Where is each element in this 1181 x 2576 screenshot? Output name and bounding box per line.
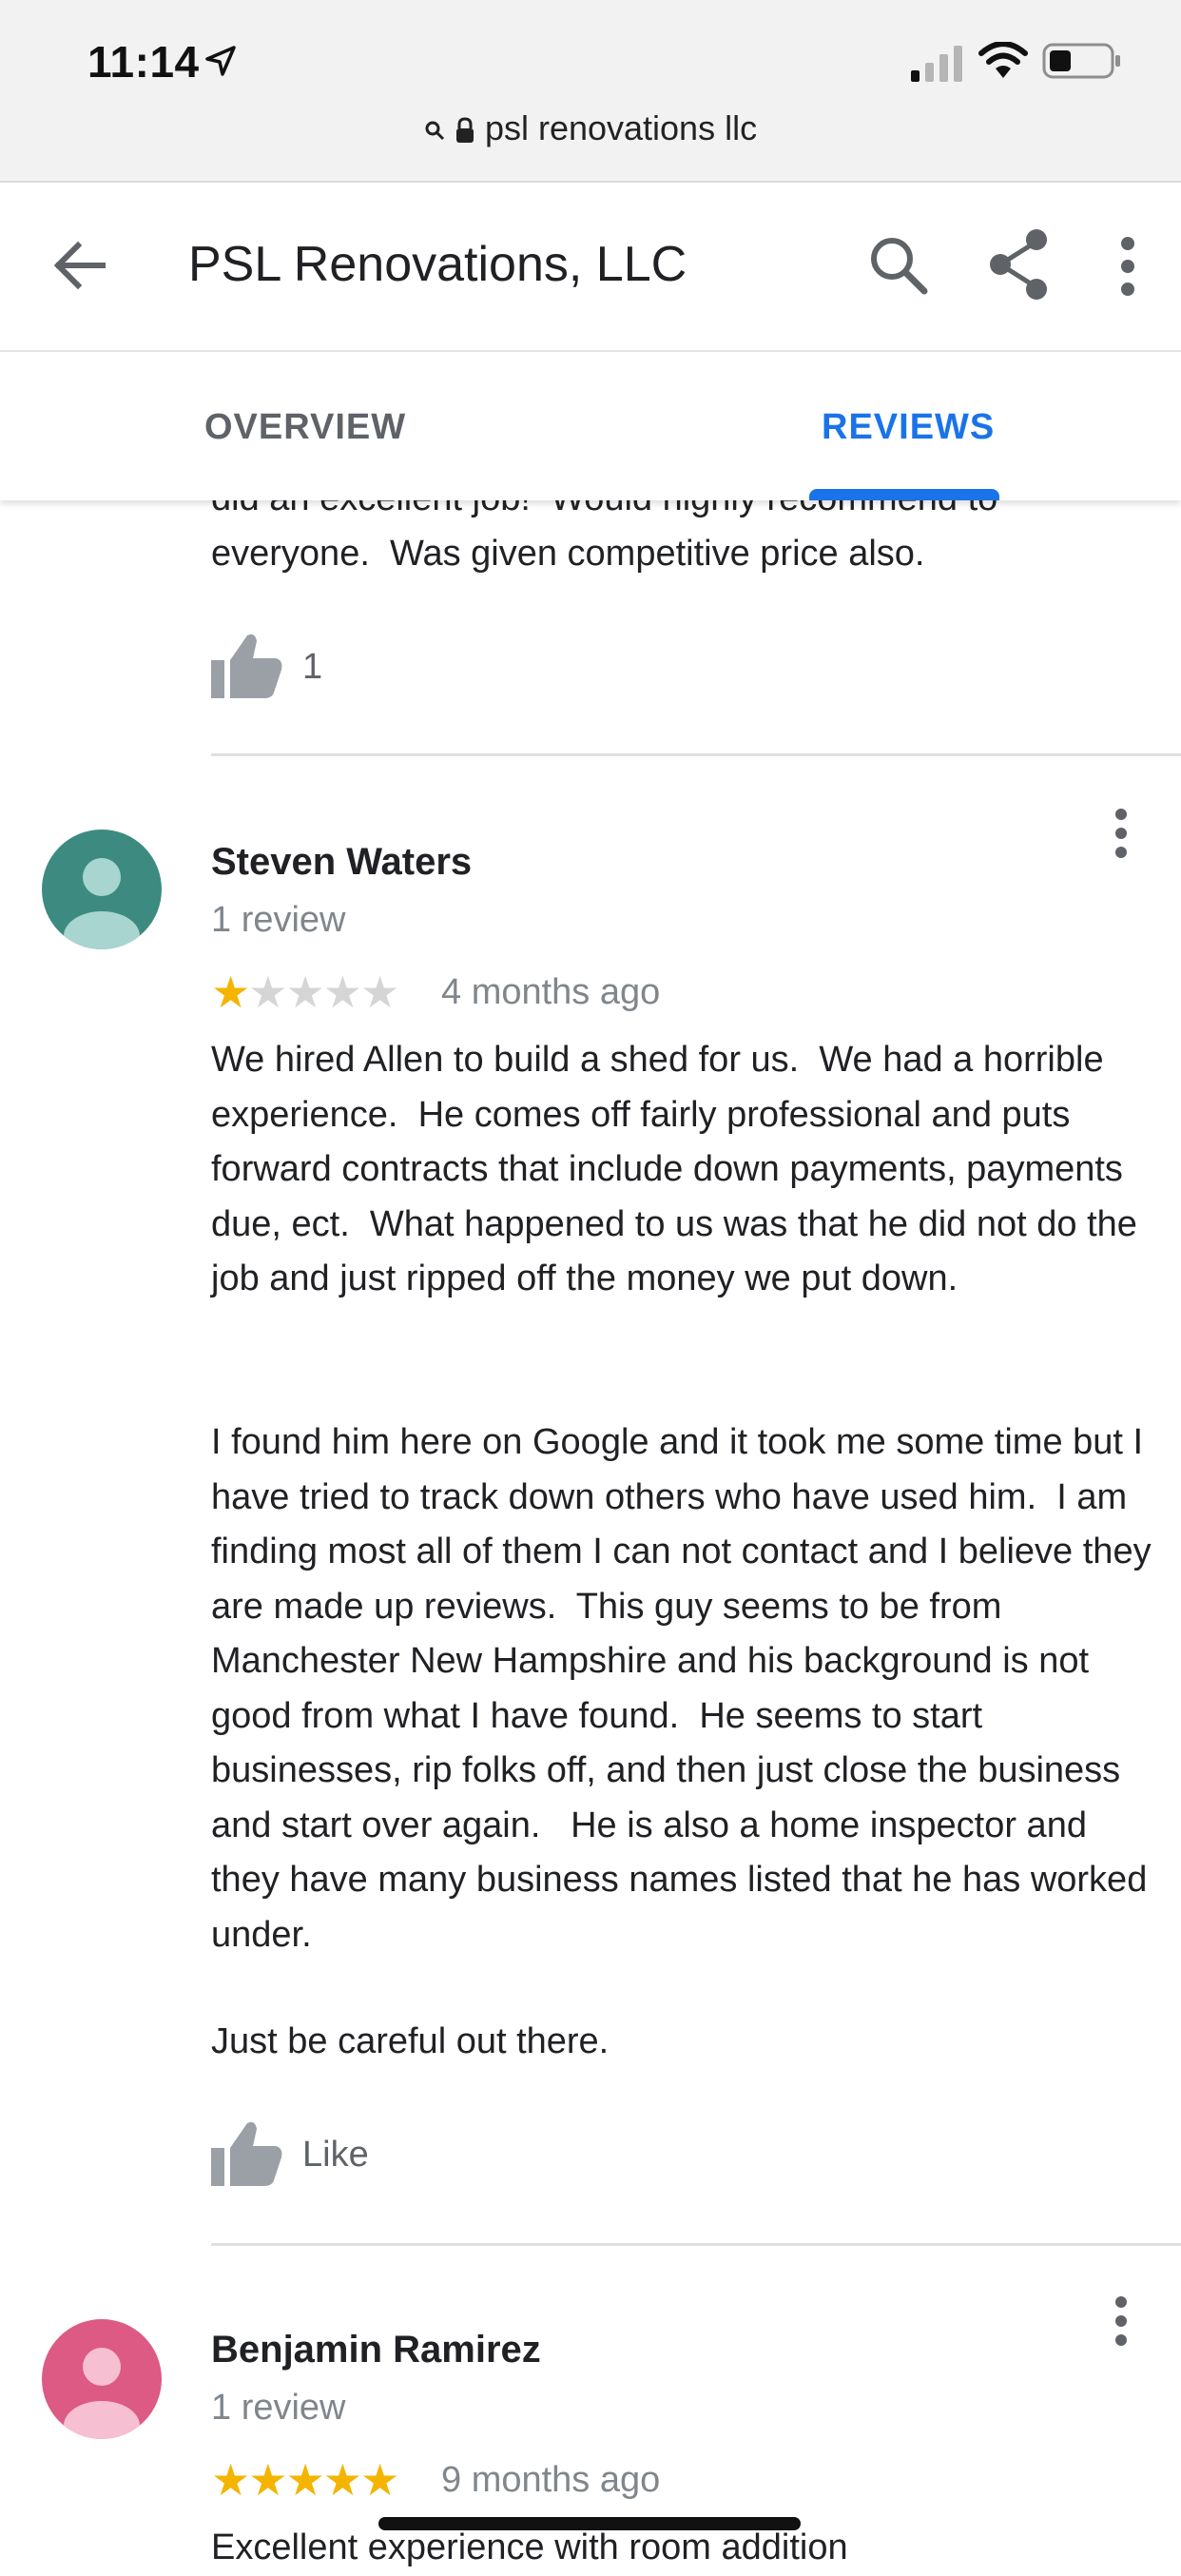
- review-date: 9 months ago: [441, 2460, 661, 2500]
- review-text: everyone. Was given competitive price al…: [211, 534, 925, 574]
- thumb-up-icon: [211, 634, 282, 698]
- status-time: 11:14: [87, 37, 200, 87]
- reviewer-name[interactable]: Steven Waters: [211, 841, 472, 884]
- lock-icon: [455, 117, 474, 144]
- location-arrow-icon: [205, 46, 236, 76]
- home-indicator[interactable]: [378, 2517, 801, 2530]
- search-icon[interactable]: [865, 232, 932, 299]
- cellular-signal-icon: [911, 46, 962, 82]
- more-vert-icon[interactable]: [1111, 232, 1145, 301]
- tab-reviews[interactable]: REVIEWS: [822, 407, 995, 448]
- back-arrow-icon[interactable]: [48, 232, 114, 299]
- star-rating: ★★★★★: [211, 2454, 399, 2506]
- url-text: psl renovations llc: [484, 108, 758, 147]
- thumb-up-icon: [211, 2121, 282, 2186]
- review-more-icon[interactable]: [1107, 2293, 1135, 2350]
- stars-filled: ★: [211, 967, 250, 1017]
- reviewer-review-count: 1 review: [211, 900, 346, 940]
- person-icon: [64, 858, 140, 949]
- wifi-icon: [978, 42, 1028, 78]
- stars-filled: ★★★★★: [211, 2455, 399, 2505]
- active-tab-indicator: [809, 489, 999, 500]
- review-paragraph: We hired Allen to build a shed for us. W…: [211, 1040, 1148, 1298]
- like-count: 1: [302, 647, 323, 687]
- star-rating: ★★★★★: [211, 966, 399, 1018]
- stars-empty: ★★★★: [248, 967, 399, 1017]
- tab-bar: OVERVIEW REVIEWS: [0, 352, 1181, 500]
- page-title: PSL Renovations, LLC: [188, 237, 687, 292]
- search-small-icon: [425, 121, 444, 141]
- review-more-icon[interactable]: [1107, 805, 1135, 862]
- status-bar: 11:14 psl renovations llc: [0, 0, 1181, 183]
- review-paragraph: Just be careful out there.: [211, 2021, 610, 2061]
- app-bar: PSL Renovations, LLC: [0, 183, 1181, 352]
- reviewer-name[interactable]: Benjamin Ramirez: [211, 2329, 541, 2371]
- reviewer-review-count: 1 review: [211, 2388, 346, 2428]
- tab-overview[interactable]: OVERVIEW: [204, 407, 406, 448]
- avatar[interactable]: [42, 829, 162, 949]
- address-bar[interactable]: psl renovations llc: [0, 108, 1181, 148]
- review-date: 4 months ago: [441, 972, 661, 1012]
- divider: [211, 2243, 1181, 2246]
- avatar[interactable]: [42, 2319, 162, 2439]
- like-label: Like: [302, 2135, 369, 2175]
- share-icon[interactable]: [985, 228, 1052, 301]
- review-paragraph: I found him here on Google and it took m…: [211, 1422, 1162, 1955]
- battery-icon: [1042, 43, 1120, 79]
- divider: [211, 753, 1181, 756]
- person-icon: [64, 2348, 140, 2439]
